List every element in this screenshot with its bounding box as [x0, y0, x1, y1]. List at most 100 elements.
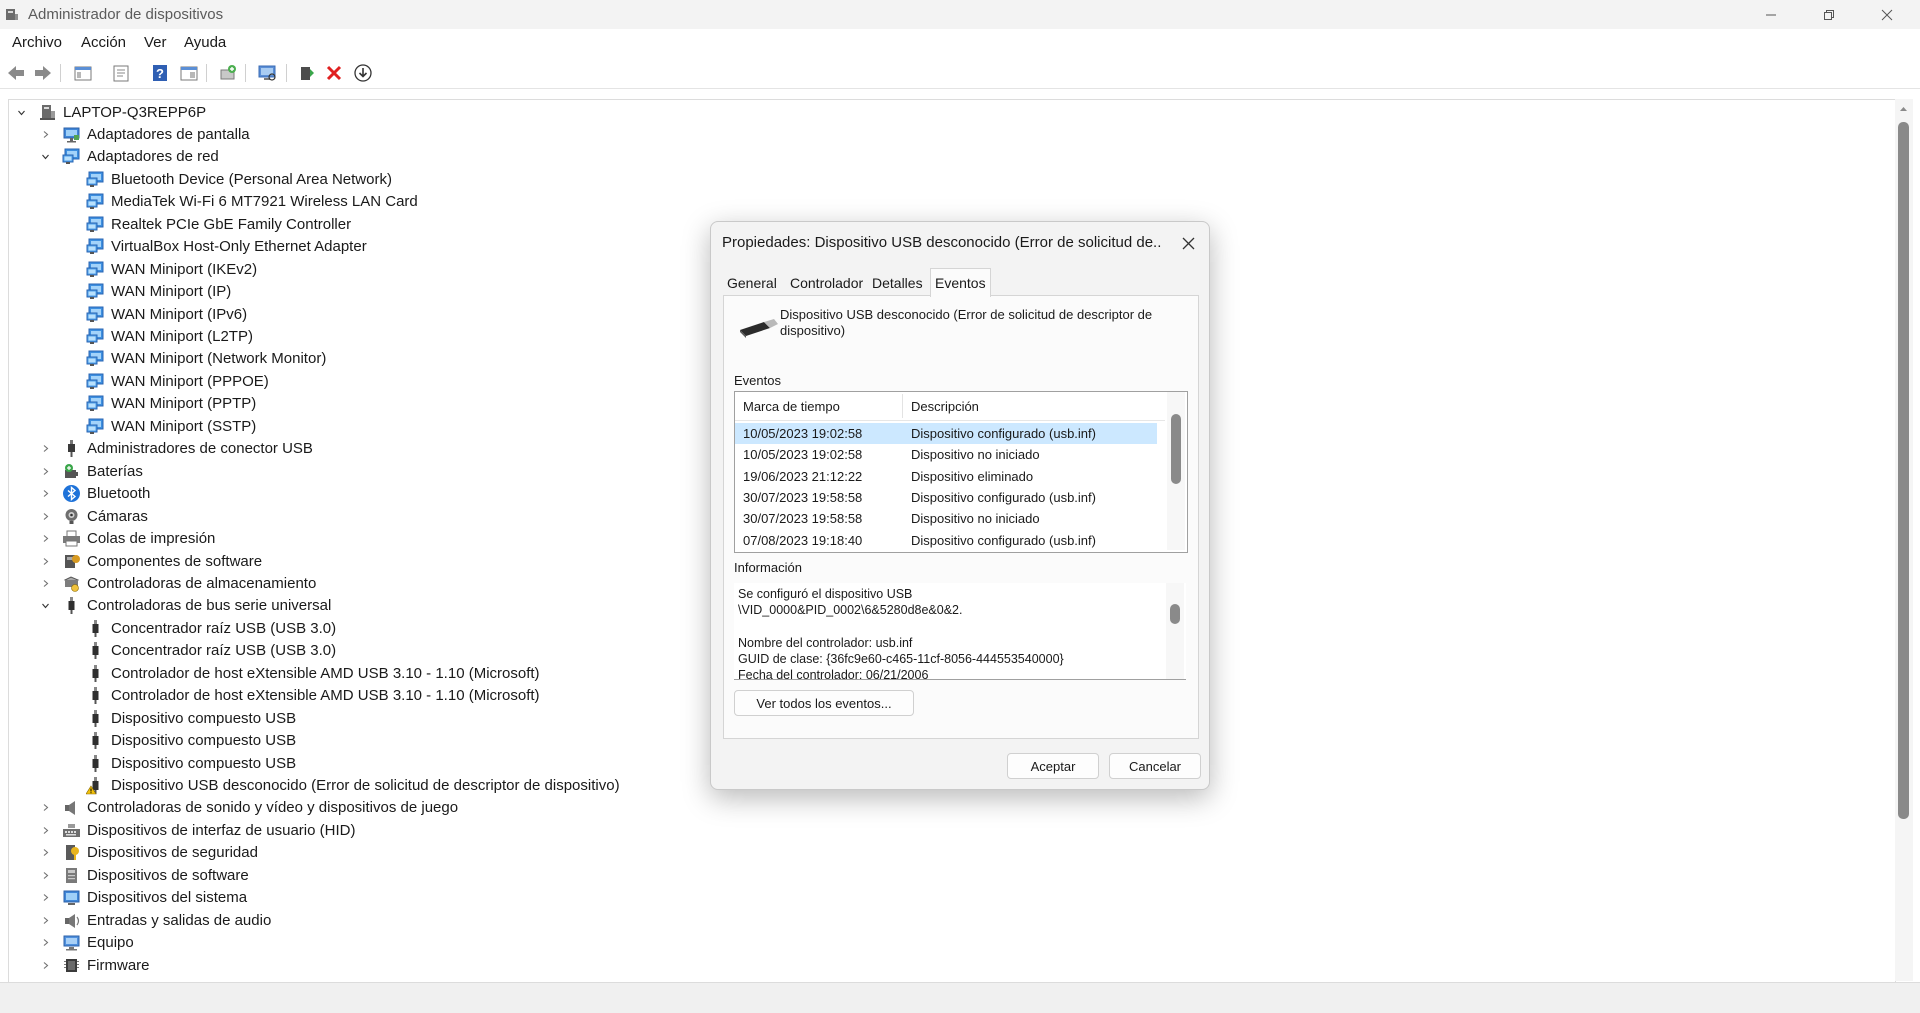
- scan-hardware-button[interactable]: [256, 62, 278, 84]
- chevron-down-icon[interactable]: [38, 599, 52, 613]
- download-button[interactable]: [352, 62, 374, 84]
- menu-ayuda[interactable]: Ayuda: [184, 34, 226, 51]
- tab-controlador[interactable]: Controlador: [786, 271, 867, 295]
- tree-item[interactable]: Firmware: [38, 954, 150, 976]
- tree-item[interactable]: Dispositivos del sistema: [38, 887, 247, 909]
- chevron-right-icon[interactable]: [38, 891, 52, 905]
- action-pane-button[interactable]: [178, 62, 200, 84]
- tree-scrollbar-thumb[interactable]: [1898, 122, 1909, 819]
- tree-item[interactable]: Controladoras de almacenamiento: [38, 572, 316, 594]
- tab-general[interactable]: General: [723, 271, 781, 295]
- tree-item[interactable]: Entradas y salidas de audio: [38, 909, 271, 931]
- tree-item[interactable]: Dispositivos de software: [38, 864, 249, 886]
- tree-item[interactable]: Equipo: [38, 932, 134, 954]
- column-header-timestamp[interactable]: Marca de tiempo: [743, 399, 840, 414]
- column-header-description[interactable]: Descripción: [911, 399, 979, 414]
- chevron-right-icon[interactable]: [38, 868, 52, 882]
- tree-item[interactable]: Administradores de conector USB: [38, 438, 313, 460]
- view-all-events-button[interactable]: Ver todos los eventos...: [734, 690, 914, 716]
- table-row[interactable]: 07/08/2023 19:18:40 Dispositivo configura…: [735, 530, 1157, 551]
- dialog-close-button[interactable]: [1175, 232, 1201, 254]
- chevron-down-icon[interactable]: [38, 150, 52, 164]
- chevron-right-icon[interactable]: [38, 442, 52, 456]
- show-hide-console-tree-button[interactable]: [72, 62, 94, 84]
- update-driver-button[interactable]: [217, 62, 239, 84]
- ok-button[interactable]: Aceptar: [1007, 753, 1099, 779]
- tree-item[interactable]: VirtualBox Host-Only Ethernet Adapter: [62, 236, 367, 258]
- tree-item[interactable]: WAN Miniport (IPv6): [62, 303, 247, 325]
- table-row[interactable]: 30/07/2023 19:58:58 Dispositivo no inicia…: [735, 508, 1157, 529]
- tree-item[interactable]: Concentrador raíz USB (USB 3.0): [62, 617, 336, 639]
- chevron-right-icon[interactable]: [38, 509, 52, 523]
- tree-item[interactable]: MediaTek Wi-Fi 6 MT7921 Wireless LAN Car…: [62, 191, 418, 213]
- tab-detalles[interactable]: Detalles: [868, 271, 927, 295]
- chevron-down-icon[interactable]: [14, 105, 28, 119]
- info-scrollbar[interactable]: [1166, 583, 1184, 679]
- tree-root-computer[interactable]: LAPTOP-Q3REPP6P: [14, 101, 206, 123]
- tree-item[interactable]: Dispositivo USB desconocido (Error de so…: [62, 775, 620, 797]
- tree-item[interactable]: WAN Miniport (IP): [62, 281, 231, 303]
- tree-item[interactable]: Controladoras de bus serie universal: [38, 595, 331, 617]
- tree-item[interactable]: Controlador de host eXtensible AMD USB 3…: [62, 662, 540, 684]
- tree-item[interactable]: Dispositivo compuesto USB: [62, 752, 296, 774]
- chevron-right-icon[interactable]: [38, 576, 52, 590]
- cancel-button[interactable]: Cancelar: [1109, 753, 1201, 779]
- chevron-right-icon[interactable]: [38, 487, 52, 501]
- chevron-right-icon[interactable]: [38, 801, 52, 815]
- uninstall-button[interactable]: [323, 62, 345, 84]
- restore-button[interactable]: [1800, 0, 1858, 29]
- tree-item[interactable]: Controladoras de sonido y vídeo y dispos…: [38, 797, 458, 819]
- help-button[interactable]: ?: [149, 62, 171, 84]
- back-button[interactable]: [5, 62, 27, 84]
- events-scrollbar-thumb[interactable]: [1171, 414, 1181, 484]
- forward-button[interactable]: [32, 62, 54, 84]
- column-separator[interactable]: [902, 394, 903, 418]
- tree-item[interactable]: WAN Miniport (PPTP): [62, 393, 256, 415]
- chevron-right-icon[interactable]: [38, 532, 52, 546]
- tree-item[interactable]: WAN Miniport (IKEv2): [62, 258, 257, 280]
- properties-button[interactable]: [110, 62, 132, 84]
- minimize-button[interactable]: [1742, 0, 1800, 29]
- chevron-right-icon[interactable]: [38, 127, 52, 141]
- chevron-right-icon[interactable]: [38, 823, 52, 837]
- tab-eventos[interactable]: Eventos: [930, 268, 991, 297]
- tree-item[interactable]: WAN Miniport (Network Monitor): [62, 348, 326, 370]
- chevron-right-icon[interactable]: [38, 846, 52, 860]
- chevron-right-icon[interactable]: [38, 554, 52, 568]
- scroll-up-arrow-icon[interactable]: [1898, 102, 1909, 114]
- tree-item[interactable]: WAN Miniport (SSTP): [62, 415, 256, 437]
- tree-item[interactable]: WAN Miniport (L2TP): [62, 326, 253, 348]
- tree-item[interactable]: WAN Miniport (PPPOE): [62, 370, 269, 392]
- table-row[interactable]: 10/05/2023 19:02:58 Dispositivo no inicia…: [735, 444, 1157, 465]
- info-scrollbar-thumb[interactable]: [1170, 604, 1180, 624]
- chevron-right-icon[interactable]: [38, 464, 52, 478]
- chevron-right-icon[interactable]: [38, 958, 52, 972]
- menu-ver[interactable]: Ver: [144, 34, 167, 51]
- tree-item[interactable]: Controlador de host eXtensible AMD USB 3…: [62, 685, 540, 707]
- tree-item[interactable]: Dispositivos de seguridad: [38, 842, 258, 864]
- add-driver-button[interactable]: [296, 62, 318, 84]
- tree-item[interactable]: Componentes de software: [38, 550, 262, 572]
- tree-item[interactable]: Dispositivos de interfaz de usuario (HID…: [38, 819, 355, 841]
- tree-item[interactable]: Bluetooth Device (Personal Area Network): [62, 168, 392, 190]
- tree-item[interactable]: Adaptadores de red: [38, 146, 219, 168]
- chevron-right-icon[interactable]: [38, 913, 52, 927]
- events-list[interactable]: Marca de tiempo Descripción 10/05/2023 1…: [734, 391, 1188, 553]
- tree-item[interactable]: Baterías: [38, 460, 143, 482]
- tree-item[interactable]: Bluetooth: [38, 483, 150, 505]
- tree-item[interactable]: Dispositivo compuesto USB: [62, 707, 296, 729]
- menu-accion[interactable]: Acción: [81, 34, 126, 51]
- tree-item[interactable]: Adaptadores de pantalla: [38, 123, 250, 145]
- table-row[interactable]: 19/06/2023 21:12:22 Dispositivo eliminado: [735, 466, 1157, 487]
- chevron-right-icon[interactable]: [38, 936, 52, 950]
- close-window-button[interactable]: [1858, 0, 1916, 29]
- table-row[interactable]: 30/07/2023 19:58:58 Dispositivo configura…: [735, 487, 1157, 508]
- tree-item[interactable]: Concentrador raíz USB (USB 3.0): [62, 640, 336, 662]
- tree-item[interactable]: Cámaras: [38, 505, 148, 527]
- tree-item[interactable]: Dispositivo compuesto USB: [62, 730, 296, 752]
- menu-archivo[interactable]: Archivo: [12, 34, 62, 51]
- table-row[interactable]: 10/05/2023 19:02:58 Dispositivo configura…: [735, 423, 1157, 444]
- tree-item[interactable]: Realtek PCIe GbE Family Controller: [62, 213, 351, 235]
- tree-item[interactable]: Colas de impresión: [38, 528, 215, 550]
- info-textbox[interactable]: Se configuró el dispositivo USB \VID_0000…: [734, 583, 1186, 680]
